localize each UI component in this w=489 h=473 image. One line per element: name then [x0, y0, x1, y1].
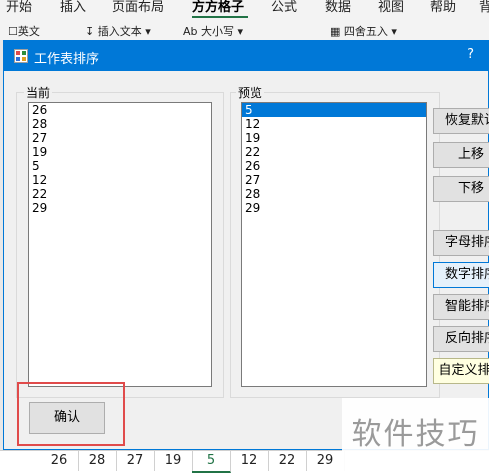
tab-formulas[interactable]: 公式: [271, 0, 297, 16]
list-item[interactable]: 12: [242, 117, 426, 131]
reverse-sort-button[interactable]: 反向排序: [433, 326, 489, 352]
preview-list[interactable]: 5 12 19 22 26 27 28 29: [241, 102, 427, 387]
current-label: 当前: [24, 84, 53, 101]
chevron-down-icon: ▾: [387, 25, 397, 38]
list-item[interactable]: 22: [29, 187, 211, 201]
move-up-button[interactable]: 上移: [433, 142, 489, 168]
sheet-tab[interactable]: 28: [78, 451, 117, 471]
list-item[interactable]: 22: [242, 145, 426, 159]
list-item[interactable]: 27: [29, 131, 211, 145]
tab-page-layout[interactable]: 页面布局: [112, 0, 164, 16]
tab-more[interactable]: 背: [479, 0, 489, 16]
chevron-down-icon: ▾: [141, 25, 151, 38]
tab-view[interactable]: 视图: [378, 0, 404, 16]
sheet-tab[interactable]: 26: [40, 451, 79, 471]
move-down-button[interactable]: 下移: [433, 176, 489, 202]
dialog-title-bar[interactable]: 工作表排序 ?: [4, 41, 488, 71]
insert-text-tool[interactable]: ↧ 插入文本 ▾: [85, 23, 151, 39]
app-icon: [14, 49, 28, 63]
sheet-tab[interactable]: 27: [116, 451, 155, 471]
tab-insert[interactable]: 插入: [60, 0, 86, 16]
list-item[interactable]: 28: [242, 187, 426, 201]
list-item[interactable]: 27: [242, 173, 426, 187]
tab-home[interactable]: 开始: [6, 0, 32, 16]
sheet-tab[interactable]: 5: [192, 451, 231, 473]
ribbon-tabs: 开始 插入 页面布局 方方格子 公式 数据 视图 帮助 背: [0, 0, 489, 18]
alpha-sort-button[interactable]: 字母排序: [433, 230, 489, 256]
preview-label: 预览: [236, 84, 265, 101]
list-item[interactable]: 26: [29, 103, 211, 117]
custom-sort-button[interactable]: 自定义排序: [433, 358, 489, 384]
list-item[interactable]: 19: [29, 145, 211, 159]
sheet-tab[interactable]: 22: [268, 451, 307, 471]
list-item[interactable]: 28: [29, 117, 211, 131]
list-item[interactable]: 19: [242, 131, 426, 145]
watermark-text: 软件技巧: [342, 398, 489, 471]
list-item[interactable]: 26: [242, 159, 426, 173]
checkbox-icon: ☐: [8, 25, 18, 38]
sheet-tab[interactable]: 12: [230, 451, 269, 471]
tab-help[interactable]: 帮助: [430, 0, 456, 16]
sheet-tab[interactable]: 29: [306, 451, 345, 471]
list-item[interactable]: 5: [29, 159, 211, 173]
english-tool[interactable]: ☐英文: [8, 23, 40, 39]
list-item[interactable]: 12: [29, 173, 211, 187]
round-tool[interactable]: ▦ 四舍五入 ▾: [330, 23, 397, 39]
current-list[interactable]: 26 28 27 19 5 12 22 29: [28, 102, 212, 387]
dialog-title: 工作表排序: [34, 52, 100, 67]
smart-sort-button[interactable]: 智能排序: [433, 294, 489, 320]
ribbon-toolbar: ☐英文 ↧ 插入文本 ▾ Ab 大小写 ▾ ▦ 四舍五入 ▾: [0, 18, 489, 41]
help-button[interactable]: ?: [467, 47, 474, 62]
list-item[interactable]: 29: [29, 201, 211, 215]
case-tool[interactable]: Ab 大小写 ▾: [183, 23, 243, 39]
insert-icon: ↧: [85, 25, 98, 38]
case-icon: Ab: [183, 25, 202, 38]
list-item[interactable]: 29: [242, 201, 426, 215]
highlight-box: [17, 382, 125, 446]
numeric-sort-button[interactable]: 数字排序: [433, 262, 489, 288]
chevron-down-icon: ▾: [234, 25, 244, 38]
list-item[interactable]: 5: [242, 103, 426, 117]
round-icon: ▦: [330, 25, 344, 38]
restore-default-button[interactable]: 恢复默认: [433, 108, 489, 134]
tab-fangfang[interactable]: 方方格子: [192, 0, 244, 16]
tab-data[interactable]: 数据: [325, 0, 351, 16]
sheet-tab[interactable]: 19: [154, 451, 193, 471]
